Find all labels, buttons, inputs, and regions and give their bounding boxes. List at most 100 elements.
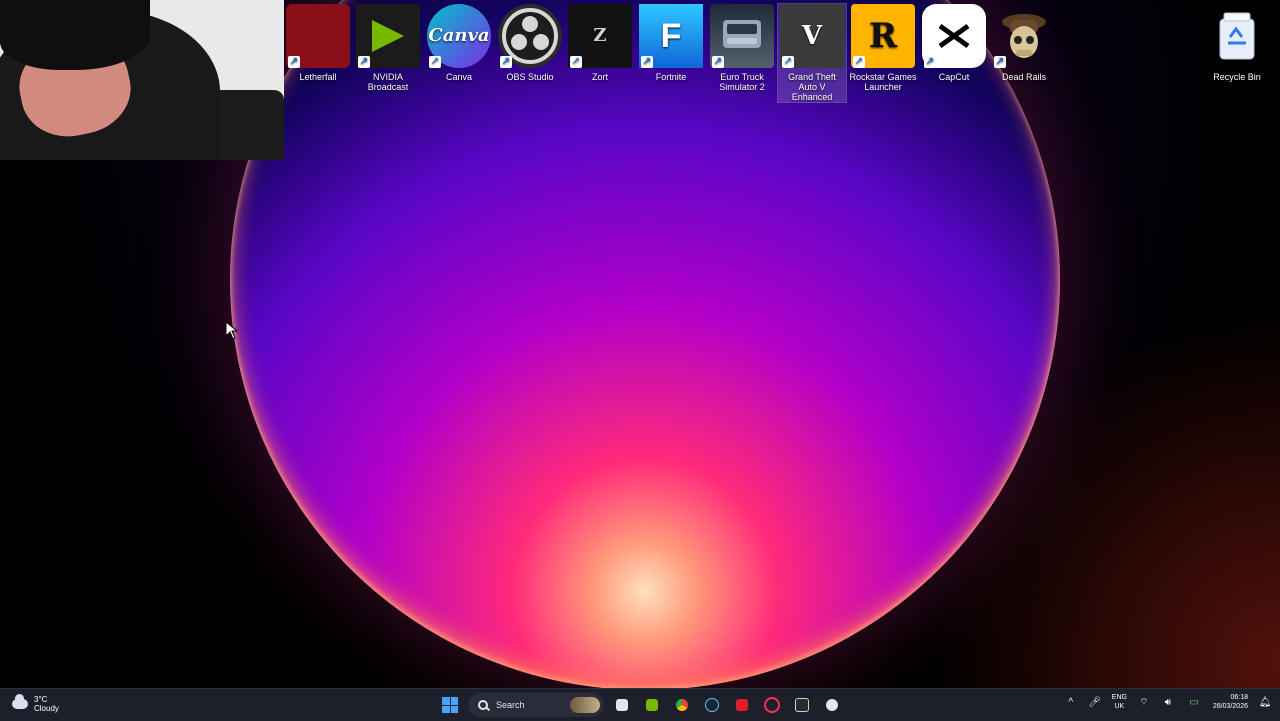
taskbar-app-rockstar[interactable] bbox=[820, 693, 844, 717]
language-top: ENG bbox=[1111, 694, 1127, 701]
shortcut-arrow-icon: ↗ bbox=[994, 56, 1006, 68]
desktop-icon-label: Euro Truck Simulator 2 bbox=[719, 72, 765, 92]
capcut-glyph bbox=[938, 23, 970, 49]
volume-button[interactable]: 🔊︎ bbox=[1161, 695, 1175, 709]
language-bottom: UK bbox=[1114, 703, 1125, 710]
taskbar-app-file-manager[interactable] bbox=[610, 693, 634, 717]
desktop-icon-label: Letherfall bbox=[299, 72, 337, 82]
start-button[interactable] bbox=[438, 693, 462, 717]
desktop-icon-label: Canva bbox=[445, 72, 472, 82]
shortcut-arrow-icon: ↗ bbox=[782, 56, 794, 68]
desktop-icon-fortnite[interactable]: F ↗ Fortnite bbox=[637, 4, 705, 82]
desktop-icon-label: Grand Theft Auto V Enhanced bbox=[788, 72, 836, 102]
system-tray: ^ 🎤︎ ENG UK ⌔ 🔊︎ ▭ 06:18 28/03/2026 🔔︎ bbox=[1064, 693, 1272, 711]
taskbar-clock[interactable]: 06:18 28/03/2026 bbox=[1213, 693, 1248, 711]
chevron-up-icon: ^ bbox=[1068, 696, 1074, 708]
taskbar-app-opera-gx[interactable] bbox=[760, 693, 784, 717]
shortcut-arrow-icon: ↗ bbox=[500, 56, 512, 68]
search-highlight-image bbox=[570, 697, 600, 713]
battery-button[interactable]: ▭ bbox=[1185, 695, 1203, 709]
desktop-icon-rockstar-games-launcher[interactable]: R ↗ Rockstar Games Launcher bbox=[849, 4, 917, 92]
weather-condition: Cloudy bbox=[34, 704, 59, 713]
nvidia-broadcast-icon: ↗ bbox=[356, 4, 420, 68]
canva-icon: Canva ↗ bbox=[427, 4, 491, 68]
desktop-icon-label: NVIDIA Broadcast bbox=[367, 72, 409, 92]
letherfall-icon: ↗ bbox=[286, 4, 350, 68]
rockstar-games-launcher-icon: R ↗ bbox=[851, 4, 915, 68]
desktop-icon-canva[interactable]: Canva ↗ Canva bbox=[425, 4, 493, 82]
taskbar-app-nvidia[interactable] bbox=[640, 693, 664, 717]
desktop-icon-zort[interactable]: Z ↗ Zort bbox=[566, 4, 634, 82]
steam-icon bbox=[705, 698, 719, 712]
taskbar-weather-widget[interactable]: 3°C Cloudy bbox=[12, 694, 59, 713]
cloud-icon bbox=[12, 694, 28, 709]
desktop-icon-label: Recycle Bin bbox=[1213, 72, 1261, 82]
gta-v-icon: V ↗ bbox=[780, 4, 844, 68]
show-hidden-icons-button[interactable]: ^ bbox=[1064, 695, 1078, 709]
search-icon bbox=[478, 700, 488, 710]
euro-truck-simulator-icon: ↗ bbox=[710, 4, 774, 68]
wifi-icon: ⌔ bbox=[1139, 696, 1149, 708]
nvidia-app-icon bbox=[646, 699, 658, 711]
desktop-icon-nvidia-broadcast[interactable]: ↗ NVIDIA Broadcast bbox=[354, 4, 422, 92]
taskbar-app-epic-games[interactable] bbox=[790, 693, 814, 717]
shortcut-arrow-icon: ↗ bbox=[570, 56, 582, 68]
fortnite-icon: F ↗ bbox=[639, 4, 703, 68]
weather-temperature: 3°C bbox=[34, 695, 48, 704]
truck-glyph bbox=[723, 20, 761, 48]
shortcut-arrow-icon: ↗ bbox=[853, 56, 865, 68]
taskbar-app-chrome[interactable] bbox=[670, 693, 694, 717]
recycle-bin-glyph bbox=[1219, 12, 1255, 60]
microphone-icon: 🎤︎ bbox=[1088, 696, 1102, 708]
taskbar: 3°C Cloudy Search ^ 🎤︎ ENG UK ⌔ 🔊︎ ▭ 06:… bbox=[0, 688, 1280, 721]
desktop-icon-obs-studio[interactable]: ↗ OBS Studio bbox=[496, 4, 564, 82]
clock-date: 28/03/2026 bbox=[1212, 703, 1248, 710]
desktop-icon-label: CapCut bbox=[938, 72, 970, 82]
epic-games-icon bbox=[795, 698, 809, 712]
search-placeholder: Search bbox=[496, 700, 525, 710]
desktop-icon-euro-truck-simulator-2[interactable]: ↗ Euro Truck Simulator 2 bbox=[708, 4, 776, 92]
clock-time: 06:18 bbox=[1230, 694, 1248, 701]
desktop-icon-letherfall[interactable]: ↗ Letherfall bbox=[284, 4, 352, 82]
volume-icon: 🔊︎ bbox=[1164, 696, 1172, 708]
desktop-icons: ↗ Letherfall ↗ NVIDIA Broadcast Canva ↗ … bbox=[0, 0, 1280, 103]
shortcut-arrow-icon: ↗ bbox=[712, 56, 724, 68]
desktop-icon-label: Fortnite bbox=[655, 72, 687, 82]
rockstar-launcher-icon bbox=[826, 699, 838, 711]
microphone-button[interactable]: 🎤︎ bbox=[1088, 695, 1102, 709]
desktop-icon-capcut[interactable]: ↗ CapCut bbox=[920, 4, 988, 82]
windows-icon bbox=[442, 697, 458, 713]
shortcut-arrow-icon: ↗ bbox=[358, 56, 370, 68]
desktop-icon-label: Dead Rails bbox=[1001, 72, 1047, 82]
wifi-button[interactable]: ⌔ bbox=[1137, 695, 1151, 709]
zort-icon: Z ↗ bbox=[568, 4, 632, 68]
taskbar-app-game[interactable] bbox=[730, 693, 754, 717]
capcut-icon: ↗ bbox=[922, 4, 986, 68]
taskbar-search[interactable]: Search bbox=[468, 693, 604, 717]
game-app-icon bbox=[736, 699, 748, 711]
battery-icon: ▭ bbox=[1189, 696, 1199, 708]
shortcut-arrow-icon: ↗ bbox=[288, 56, 300, 68]
weather-text: 3°C Cloudy bbox=[34, 695, 59, 713]
cursor-icon bbox=[225, 320, 239, 340]
desktop-icon-label: OBS Studio bbox=[506, 72, 554, 82]
opera-gx-icon bbox=[764, 697, 780, 713]
shortcut-arrow-icon: ↗ bbox=[924, 56, 936, 68]
desktop-icon-label: Rockstar Games Launcher bbox=[849, 72, 917, 92]
desktop-icon-grand-theft-auto-v-enhanced[interactable]: V ↗ Grand Theft Auto V Enhanced bbox=[777, 3, 847, 103]
dead-rails-icon: ↗ bbox=[992, 4, 1056, 68]
language-indicator[interactable]: ENG UK bbox=[1112, 693, 1127, 711]
shortcut-arrow-icon: ↗ bbox=[429, 56, 441, 68]
shortcut-arrow-icon: ↗ bbox=[641, 56, 653, 68]
taskbar-app-steam[interactable] bbox=[700, 693, 724, 717]
wallpaper-glow bbox=[920, 320, 1280, 688]
desktop-icon-dead-rails[interactable]: ↗ Dead Rails bbox=[990, 4, 1058, 82]
nvidia-broadcast-glyph bbox=[372, 20, 404, 52]
desktop-icon-recycle-bin[interactable]: Recycle Bin bbox=[1203, 4, 1271, 82]
notifications-button[interactable]: 🔔︎ bbox=[1258, 695, 1272, 709]
obs-studio-icon: ↗ bbox=[498, 4, 562, 68]
chrome-icon bbox=[676, 699, 688, 711]
desktop-icon-label: Zort bbox=[591, 72, 608, 82]
recycle-bin-icon bbox=[1205, 4, 1269, 68]
taskbar-center: Search bbox=[438, 693, 844, 717]
